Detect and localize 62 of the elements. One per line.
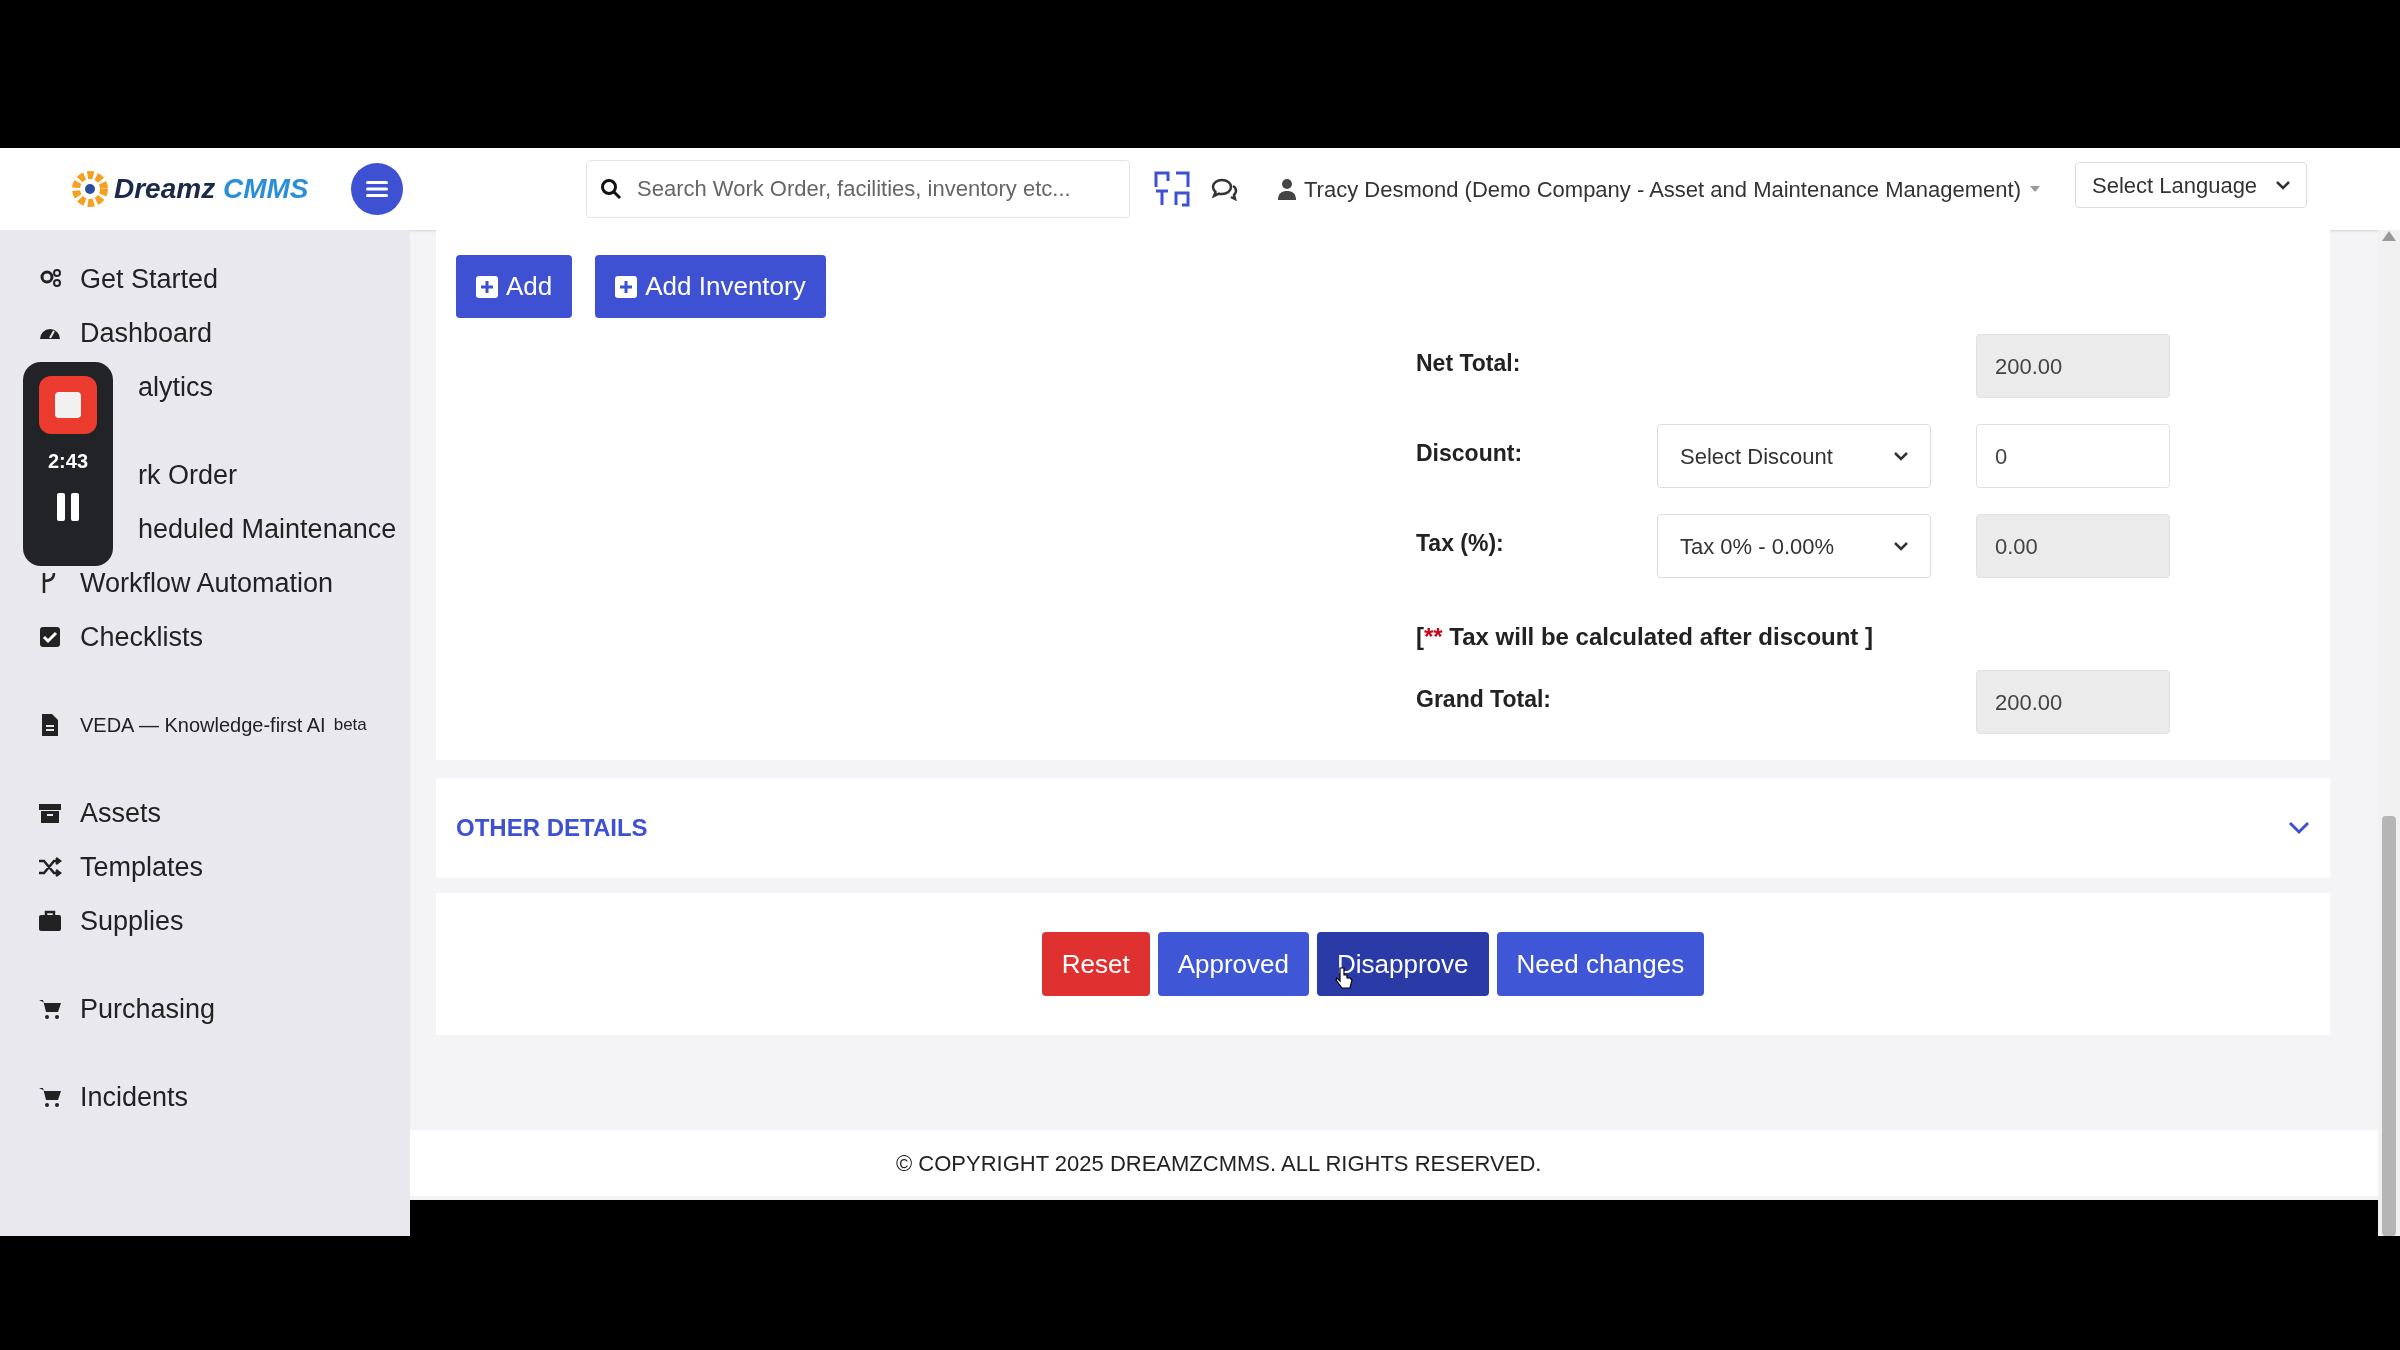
- chevron-icon: [1894, 541, 1908, 551]
- menu-button[interactable]: [350, 163, 403, 215]
- sidebar-item[interactable]: Purchasing: [80, 988, 216, 1030]
- cart-icon: [38, 997, 62, 1021]
- logo: Dreamz CMMS: [70, 168, 309, 210]
- chat-icon[interactable]: [1210, 177, 1238, 201]
- action-button[interactable]: Reset: [1041, 932, 1150, 996]
- search-field[interactable]: Search Work Order, facilities, inventory etc...: [586, 160, 1130, 218]
- field-label: Net Total:: [1416, 349, 1522, 378]
- gear-logo-icon: [70, 169, 110, 209]
- field-label: Tax (%):: [1416, 529, 1505, 558]
- stop-icon: [55, 392, 81, 418]
- archive-icon: [38, 801, 62, 825]
- language-select[interactable]: Select Language: [2074, 162, 2307, 208]
- cart-icon: [38, 1085, 62, 1109]
- section-title: OTHER DETAILS: [456, 813, 648, 843]
- beta-label: beta: [333, 714, 367, 737]
- stop-button[interactable]: [39, 376, 97, 434]
- plus-square-icon: [615, 275, 638, 298]
- sidebar-item[interactable]: heduled Maintenance: [138, 508, 397, 550]
- field-label: Grand Total:: [1416, 685, 1552, 714]
- checkbox-icon: [38, 625, 62, 649]
- chevron-icon: [1894, 451, 1908, 461]
- action-button[interactable]: Need changes: [1496, 932, 1705, 996]
- briefcase-icon: [38, 909, 62, 933]
- amount-field[interactable]: 200.00: [1976, 670, 2170, 734]
- sidebar-item[interactable]: rk Order: [138, 454, 237, 496]
- search-icon: [600, 178, 622, 200]
- sidebar-item[interactable]: Get Started: [80, 258, 219, 300]
- chevron-icon: [2275, 180, 2290, 190]
- sidebar-item[interactable]: Incidents: [80, 1076, 189, 1118]
- dropdown[interactable]: Tax 0% - 0.00%: [1657, 514, 1931, 578]
- field-label: Discount:: [1416, 439, 1524, 468]
- sidebar-item[interactable]: Templates: [80, 846, 204, 888]
- pause-icon[interactable]: [56, 492, 80, 522]
- caret-icon: [2028, 185, 2041, 193]
- user-icon: [1278, 178, 1296, 200]
- add-button[interactable]: Add Inventory: [595, 255, 826, 318]
- copyright-text: © COPYRIGHT 2025 DREAMZCMMS. ALL RIGHTS RESERVED.: [896, 1149, 1542, 1178]
- action-button[interactable]: Disapprove: [1317, 932, 1489, 996]
- other-details-panel[interactable]: OTHER DETAILS: [436, 778, 2330, 878]
- sidebar-item[interactable]: alytics: [138, 366, 213, 408]
- amount-field[interactable]: 200.00: [1976, 334, 2170, 398]
- amount-field[interactable]: 0: [1976, 424, 2170, 488]
- sidebar-item[interactable]: Supplies: [80, 900, 184, 942]
- tax-note: [** Tax will be calculated after discount ]: [1416, 622, 1873, 652]
- action-button[interactable]: Approved: [1157, 932, 1309, 996]
- sidebar-item[interactable]: Dashboard: [80, 312, 213, 354]
- scan-icon[interactable]: [1152, 169, 1192, 209]
- sidebar-item[interactable]: VEDA — Knowledge-first AI: [80, 710, 326, 740]
- menu-icon: [365, 180, 388, 198]
- recording-timer: 2:43: [48, 449, 88, 474]
- user-menu[interactable]: Tracy Desmond (Demo Company - Asset and Maintenance Management): [1278, 172, 2041, 206]
- amount-field[interactable]: 0.00: [1976, 514, 2170, 578]
- dropdown[interactable]: Select Discount: [1657, 424, 1931, 488]
- plus-square-icon: [476, 275, 498, 298]
- add-button[interactable]: Add: [456, 255, 573, 318]
- shuffle-icon: [38, 855, 62, 879]
- sidebar-item[interactable]: Assets: [80, 792, 162, 834]
- scrollbar[interactable]: [2378, 230, 2400, 1236]
- sidebar-item[interactable]: Checklists: [80, 616, 204, 658]
- sidebar-item[interactable]: Workflow Automation: [80, 562, 334, 604]
